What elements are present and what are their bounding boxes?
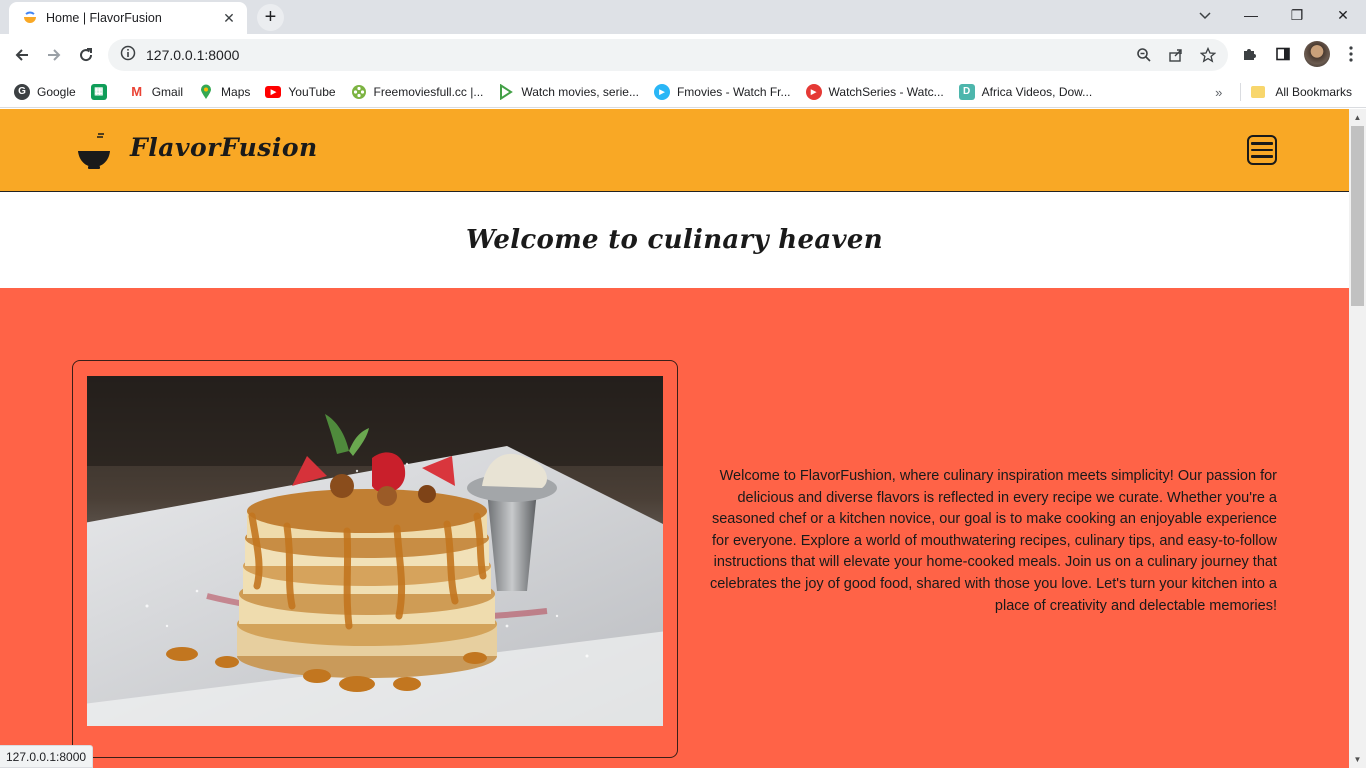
tab-title: Home | FlavorFusion	[46, 11, 162, 25]
close-window-icon[interactable]: ✕	[1320, 0, 1366, 30]
maps-icon	[198, 84, 214, 100]
tab-close-icon[interactable]: ✕	[221, 10, 237, 27]
minimize-window-icon[interactable]: —	[1228, 0, 1274, 30]
bookmark-freemoviesfull[interactable]: Freemoviesfull.cc |...	[351, 84, 483, 100]
scrollbar-thumb[interactable]	[1351, 126, 1364, 306]
browser-tab-active[interactable]: Home | FlavorFusion ✕	[9, 2, 247, 34]
new-tab-button[interactable]: +	[257, 4, 284, 31]
browser-menu-icon[interactable]	[1338, 41, 1364, 67]
bookmark-youtube[interactable]: ▶ YouTube	[265, 85, 336, 99]
film-reel-icon	[351, 84, 367, 100]
restore-window-icon[interactable]: ❐	[1274, 0, 1320, 30]
page-viewport: FlavorFusion Welcome to culinary heaven	[0, 109, 1349, 768]
bookmark-watchseries[interactable]: ▶ WatchSeries - Watc...	[805, 83, 944, 100]
forward-arrow-icon[interactable]	[40, 41, 68, 69]
back-arrow-icon[interactable]	[8, 41, 36, 69]
brand-name[interactable]: FlavorFusion	[130, 133, 318, 162]
google-icon: G	[14, 83, 30, 100]
bookmark-watch-movies[interactable]: Watch movies, serie...	[498, 83, 639, 100]
d-badge-icon: D	[958, 83, 975, 100]
site-info-icon[interactable]	[120, 45, 136, 66]
address-url: 127.0.0.1:8000	[146, 47, 240, 63]
bookmark-africa-videos[interactable]: D Africa Videos, Dow...	[958, 83, 1092, 100]
profile-avatar[interactable]	[1304, 41, 1330, 67]
bookmark-gmail[interactable]: M Gmail	[128, 83, 183, 100]
about-paragraph: Welcome to FlavorFushion, where culinary…	[709, 468, 1277, 614]
folder-icon	[1251, 86, 1266, 98]
bookmarks-overflow-chevron-icon[interactable]: »	[1215, 85, 1222, 100]
bookmark-maps[interactable]: Maps	[198, 84, 250, 100]
play-circle-icon: ▶	[653, 83, 670, 100]
site-header: FlavorFusion	[0, 109, 1349, 192]
bowl-logo-icon[interactable]	[76, 131, 112, 171]
reload-icon[interactable]	[72, 41, 100, 69]
page-scrollbar[interactable]: ▲ ▼	[1349, 109, 1366, 768]
bookmark-fmovies[interactable]: ▶ Fmovies - Watch Fr...	[653, 83, 791, 100]
browser-toolbar: 127.0.0.1:8000	[0, 34, 1366, 76]
tab-search-chevron-icon[interactable]	[1193, 4, 1217, 28]
address-bar[interactable]: 127.0.0.1:8000	[108, 39, 1228, 71]
bookmark-sheets[interactable]: ▦	[90, 83, 114, 100]
browser-tab-strip: Home | FlavorFusion ✕ + — ❐ ✕	[0, 0, 1366, 34]
link-status-tooltip: 127.0.0.1:8000	[0, 745, 94, 768]
side-panel-icon[interactable]	[1270, 41, 1296, 67]
pancake-stack-photo	[87, 376, 663, 726]
scroll-up-arrow-icon[interactable]: ▲	[1349, 109, 1366, 126]
play-outline-icon	[498, 83, 514, 100]
scroll-down-arrow-icon[interactable]: ▼	[1349, 751, 1366, 768]
bookmarks-divider	[1240, 83, 1242, 101]
extensions-puzzle-icon[interactable]	[1236, 41, 1262, 67]
gmail-icon: M	[128, 83, 145, 100]
welcome-banner: Welcome to culinary heaven	[0, 192, 1349, 288]
youtube-icon: ▶	[265, 85, 282, 98]
sheets-icon: ▦	[90, 83, 107, 100]
bookmarks-bar: G Google ▦ M Gmail Maps ▶ YouTube Freemo…	[0, 76, 1366, 108]
share-icon[interactable]	[1166, 45, 1186, 65]
site-favicon-icon	[23, 11, 37, 25]
zoom-icon[interactable]	[1134, 45, 1154, 65]
menu-hamburger-icon[interactable]	[1247, 135, 1277, 165]
play-red-icon: ▶	[805, 83, 822, 100]
bookmark-google[interactable]: G Google	[14, 83, 76, 100]
hero-section: Welcome to FlavorFushion, where culinary…	[0, 288, 1349, 768]
page-headline: Welcome to culinary heaven	[466, 225, 883, 255]
bookmark-star-icon[interactable]	[1198, 45, 1218, 65]
all-bookmarks-button[interactable]: All Bookmarks	[1275, 85, 1352, 99]
